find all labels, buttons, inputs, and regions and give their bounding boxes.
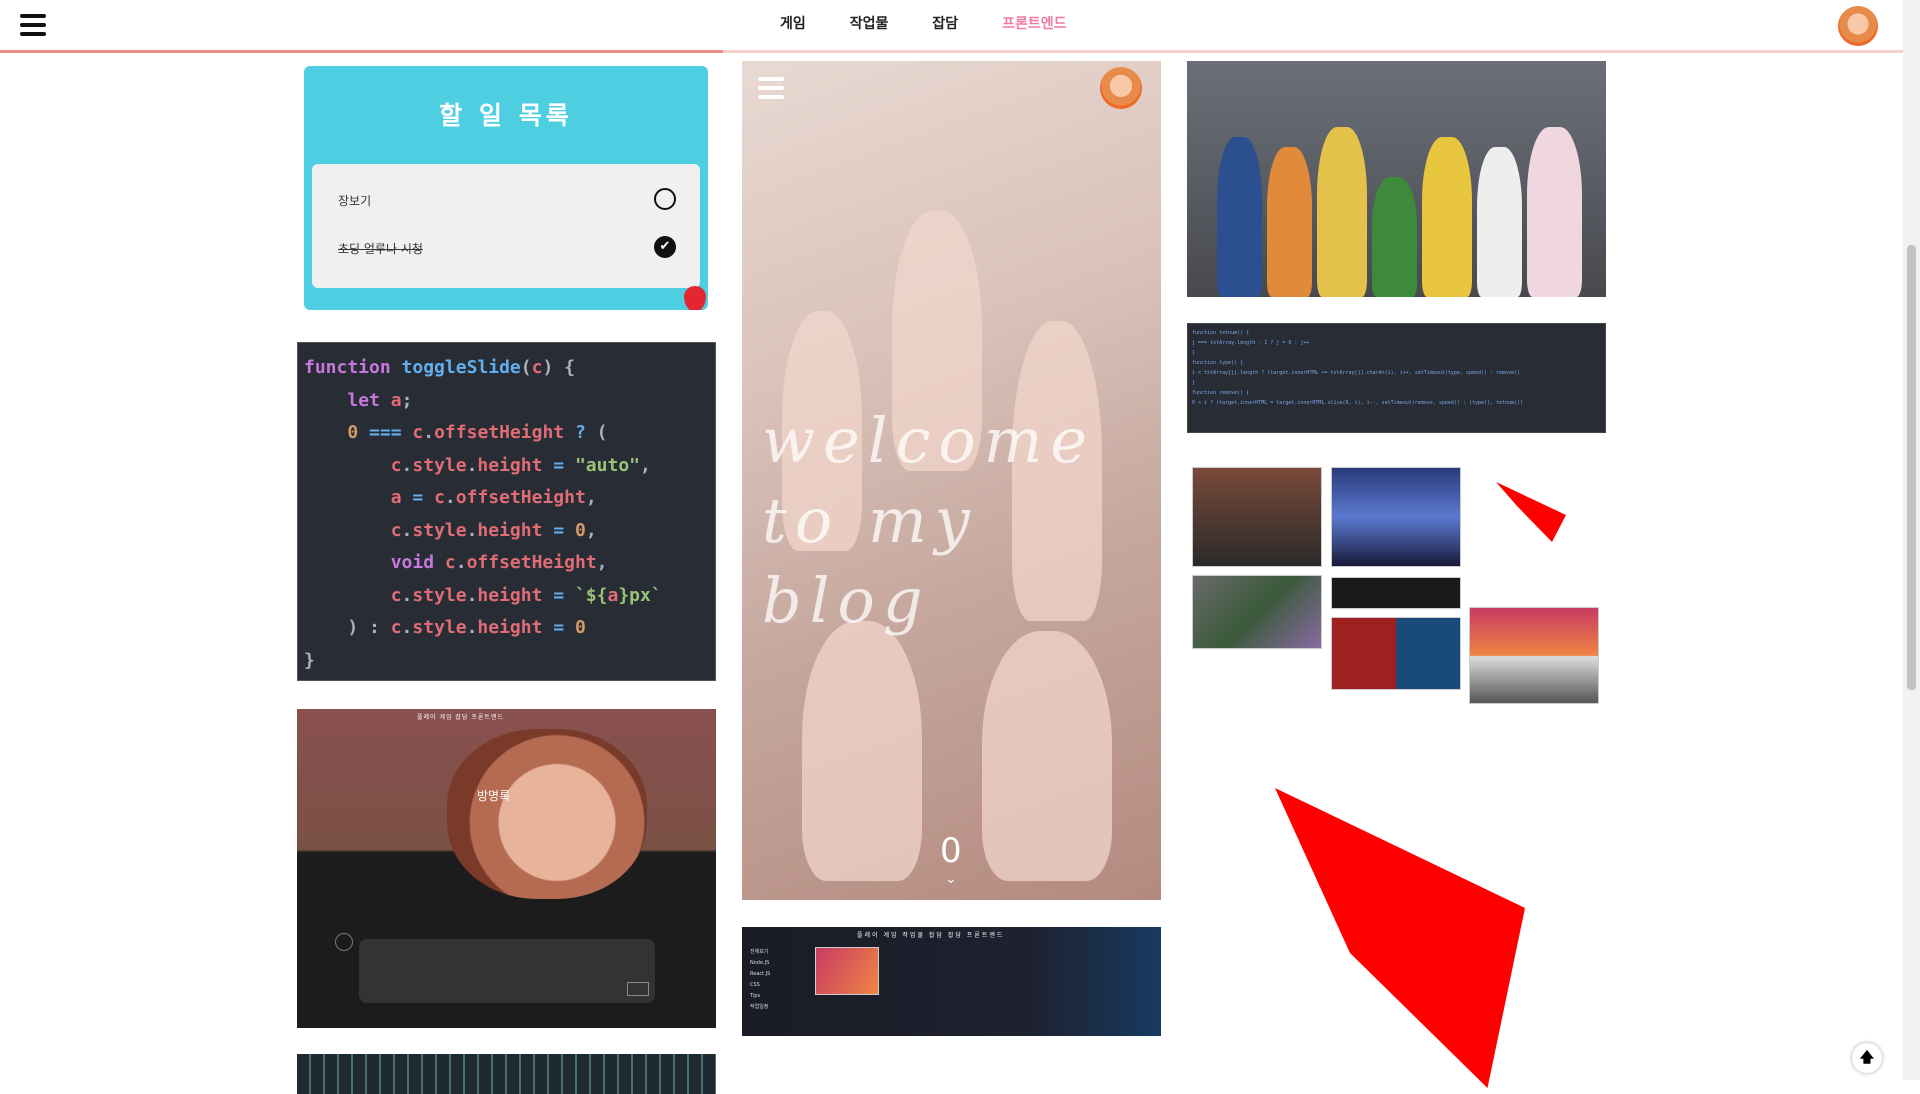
code-line: function toggleSlide(c) { [304, 357, 575, 378]
sidebar-item: CSS [750, 982, 760, 988]
code-line: function tetnum() { [1192, 330, 1250, 336]
guestbook-input-preview [359, 939, 655, 1003]
chevron-down-icon: ⌄ [945, 871, 957, 887]
costume-figure [1267, 147, 1312, 297]
nav-item-game[interactable]: 게임 [780, 13, 806, 33]
costume-figure [1527, 127, 1582, 297]
code-line: void c.offsetHeight, [390, 552, 608, 573]
sidebar-item: 작업일정 [750, 1004, 769, 1010]
unchecked-circle-icon[interactable] [654, 188, 676, 210]
red-shape-small [1496, 482, 1566, 542]
code-snippet-card[interactable]: function toggleSlide(c) { let a; 0 === c… [297, 342, 716, 681]
strawberry-icon [684, 286, 706, 310]
collage-thumbnail[interactable] [1331, 467, 1461, 567]
guestbook-screenshot-card[interactable]: 플레이 게임 잡담 프론트엔드 방명록 [297, 709, 716, 1028]
scrollbar-thumb[interactable] [1907, 245, 1916, 690]
red-shape-large [1275, 788, 1525, 1088]
screenshot-thumbnail [815, 947, 879, 995]
code-line: c.style.height = `${a}px` [390, 584, 662, 606]
collage-thumbnail[interactable] [1331, 617, 1461, 690]
building-photo-card[interactable] [297, 1054, 716, 1094]
code-line: function remove() { [1192, 390, 1250, 396]
nav-item-works[interactable]: 작업물 [850, 13, 889, 33]
todo-list: 장보기 초딩 얼루나 시청 ✔ [312, 164, 700, 288]
todo-card[interactable]: 할 일 목록 장보기 초딩 얼루나 시청 ✔ [304, 66, 708, 310]
scroll-progress-fill [0, 50, 724, 53]
welcome-line-1: welcome [762, 404, 1096, 477]
poster-counter: 0 [940, 831, 962, 871]
profile-avatar [1100, 67, 1142, 109]
code-line: function type() { [1192, 360, 1244, 366]
sidebar-item: Tips [750, 993, 761, 999]
costume-figure [1422, 137, 1472, 297]
screenshot-sidebar: 전체보기 Node.JS React.JS CSS Tips 작업일정 [750, 947, 770, 1013]
main-nav: 게임 작업물 잡담 프론트엔드 [780, 0, 1111, 46]
code-line: i < txtArray[j].length ? (target.innerHT… [1192, 370, 1521, 376]
group-photo-figure [982, 631, 1112, 881]
collage-thumbnail[interactable] [1469, 607, 1599, 704]
collage-thumbnail[interactable] [1192, 575, 1322, 649]
sidebar-item: React.JS [750, 971, 771, 977]
portrait-photo [447, 729, 647, 899]
costume-figure [1217, 137, 1262, 297]
page-scrollbar[interactable] [1903, 0, 1920, 1080]
nav-item-frontend[interactable]: 프론트엔드 [1002, 13, 1066, 33]
code-line: ) : c.style.height = 0 [304, 617, 586, 638]
todo-item-label: 장보기 [338, 194, 372, 208]
welcome-poster-card[interactable]: welcome to my blog 0 ⌄ [742, 61, 1161, 900]
welcome-line-2: to my blog [762, 484, 978, 637]
group-photo-figure [802, 621, 922, 881]
todo-item-label: 초딩 얼루나 시청 [338, 242, 423, 256]
guestbook-menu: 플레이 게임 잡담 프론트엔드 [417, 714, 504, 721]
checked-circle-icon[interactable]: ✔ [654, 236, 676, 258]
blog-dark-screenshot-card[interactable]: 플레이 게임 작업물 잡담 잡담 프론트엔드 전체보기 Node.JS Reac… [742, 927, 1161, 1036]
scroll-top-button[interactable]: 🡅 [1852, 1043, 1882, 1073]
code-line: a = c.offsetHeight, [390, 487, 597, 508]
screenshot-menu: 플레이 게임 작업물 잡담 잡담 프론트엔드 [857, 932, 1005, 939]
collage-thumbnail[interactable] [1331, 577, 1461, 609]
code-line: c.style.height = "auto", [390, 454, 651, 476]
profile-avatar[interactable] [1838, 6, 1878, 46]
hamburger-menu-icon[interactable] [20, 14, 46, 36]
group-photo-card[interactable] [1187, 61, 1606, 297]
costume-figure [1372, 177, 1417, 297]
nav-item-chat[interactable]: 잡담 [932, 13, 958, 33]
sidebar-item: Node.JS [750, 960, 770, 966]
costume-figure [1317, 127, 1367, 297]
code-line: 0 === c.offsetHeight ? ( [347, 422, 608, 443]
todo-title: 할 일 목록 [439, 101, 573, 130]
smile-icon [335, 933, 353, 951]
scroll-progress-bar [0, 50, 1903, 53]
submit-button-preview [627, 982, 649, 996]
code-line: 0 < i ? (target.innerHTML = target.inner… [1192, 400, 1524, 406]
costume-figure [1477, 147, 1522, 297]
collage-thumbnail[interactable] [1192, 467, 1322, 567]
welcome-text: welcome to my blog [762, 401, 1161, 641]
code-line: } [1192, 350, 1196, 356]
code-line: c.style.height = 0, [390, 519, 597, 541]
code-line: } [304, 649, 315, 671]
sidebar-item: 전체보기 [750, 949, 769, 955]
code-line: } [1192, 380, 1196, 386]
code-line: let a; [347, 389, 413, 411]
top-header: 게임 작업물 잡담 프론트엔드 [0, 0, 1903, 53]
hamburger-menu-icon [758, 77, 784, 99]
guestbook-label: 방명록 [477, 789, 511, 803]
code-line: j === txtArray.length - 1 ? j = 0 : j++ [1192, 340, 1310, 346]
typing-code-card[interactable]: function tetnum() { j === txtArray.lengt… [1187, 323, 1606, 433]
